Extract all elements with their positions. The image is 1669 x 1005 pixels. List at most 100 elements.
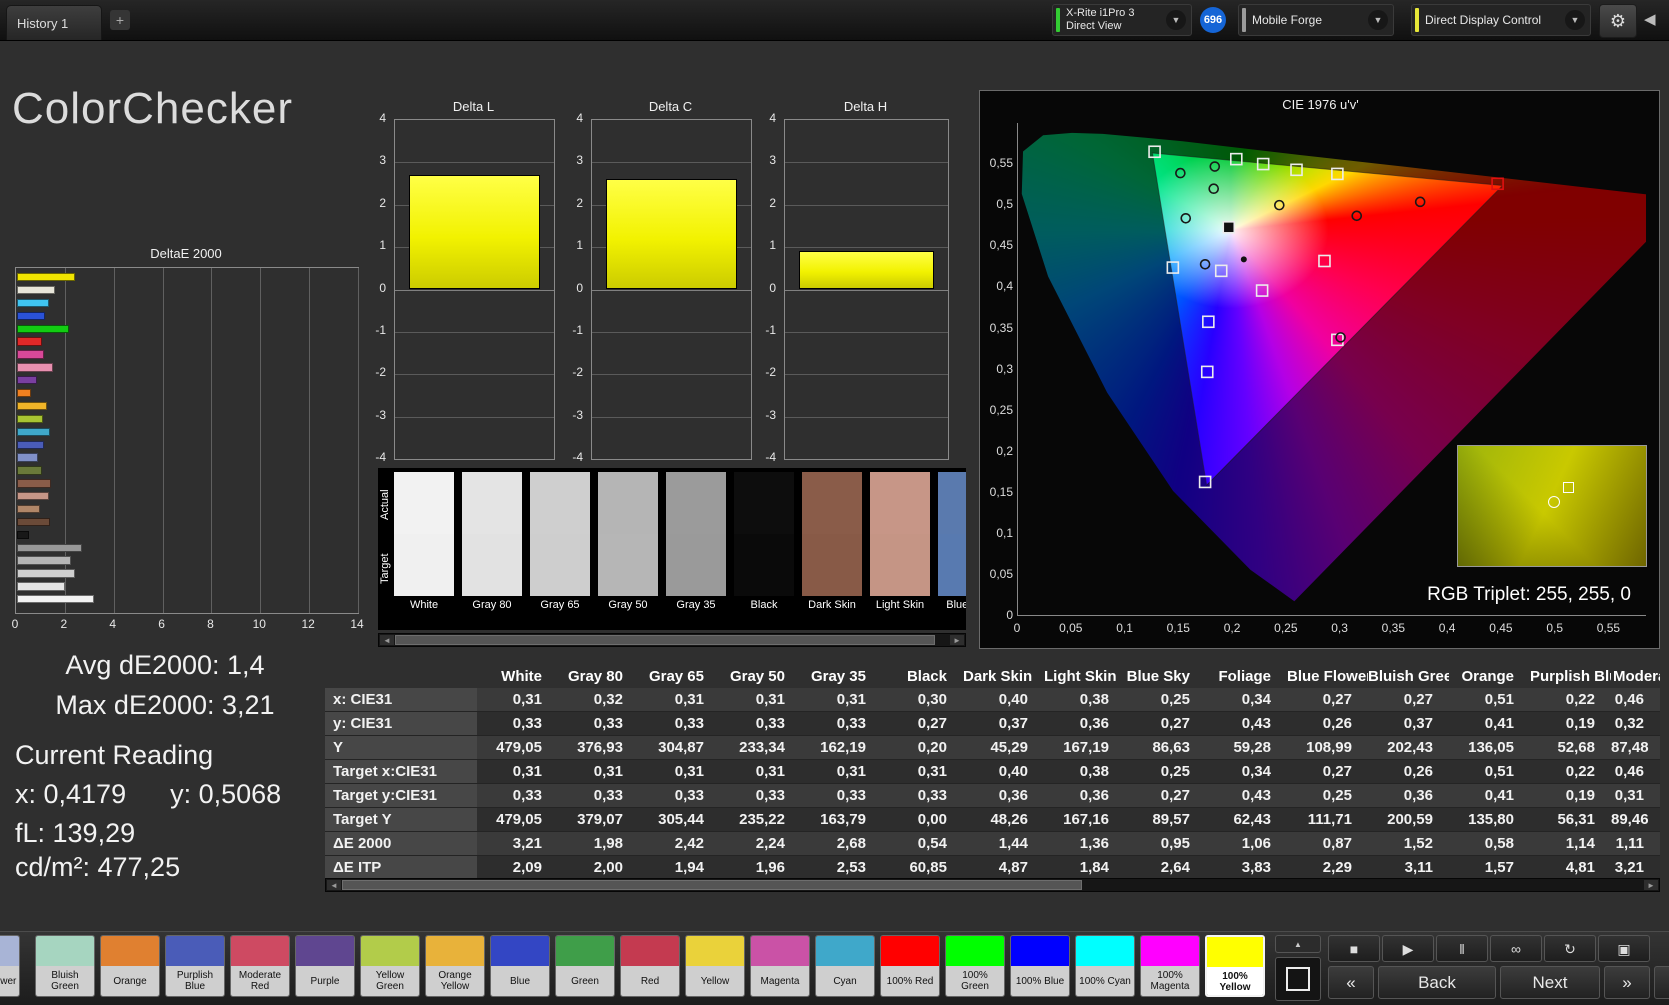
swatch-strip: Actual Target White Gray 80 Gray 65 Gray 50… (378, 468, 966, 630)
swatch-column: Gray 50 (598, 472, 658, 611)
pattern-tile-green[interactable]: Green (555, 935, 615, 997)
gear-icon[interactable]: ⚙ (1599, 4, 1637, 38)
chevron-down-icon[interactable]: ▼ (1368, 10, 1388, 30)
pattern-swatch (491, 936, 549, 966)
table-column-header: Moderate Red (1613, 668, 1660, 685)
table-cell: 0,33 (801, 783, 882, 808)
meter-selector[interactable]: X-Rite i1Pro 3 Direct View ▼ (1052, 4, 1192, 36)
pattern-swatch (621, 936, 679, 966)
pattern-tile-red[interactable]: Red (620, 935, 680, 997)
prev-page-button[interactable]: « (1328, 966, 1374, 999)
table-cell: 200,59 (1368, 807, 1449, 832)
table-cell: 0,31 (558, 759, 639, 784)
pattern-tile-100-cyan[interactable]: 100% Cyan (1075, 935, 1135, 997)
table-cell: 0,46 (1611, 759, 1660, 784)
meter-name: X-Rite i1Pro 3 Direct View (1066, 7, 1135, 32)
pattern-swatch (816, 936, 874, 966)
gridline (358, 268, 359, 613)
axis-tick-label: -1 (765, 322, 776, 337)
scroll-right-icon[interactable]: ► (1644, 880, 1658, 890)
delta-chart-title: Delta L (452, 99, 495, 114)
scroll-left-icon[interactable]: ◄ (380, 635, 394, 645)
add-tab-button[interactable]: + (110, 10, 130, 30)
reading-count-badge[interactable]: 696 (1200, 7, 1226, 33)
pattern-tile-blue[interactable]: Blue (490, 935, 550, 997)
pattern-tile-100-green[interactable]: 100% Green (945, 935, 1005, 997)
pattern-window-icon[interactable]: ▣ (1598, 935, 1650, 962)
de2000-bar (17, 350, 45, 359)
pattern-tile-bluish-green[interactable]: Bluish Green (35, 935, 95, 997)
scrollbar-thumb[interactable] (342, 880, 1082, 890)
axis-tick-label: -1 (375, 322, 386, 337)
axis-tick-label: -2 (765, 365, 776, 380)
axis-tick-label: 12 (301, 617, 315, 631)
pattern-source-selector[interactable]: Mobile Forge ▼ (1238, 4, 1394, 36)
swatch-column: Black (734, 472, 794, 611)
pattern-tile-orange-yellow[interactable]: Orange Yellow (425, 935, 485, 997)
table-cell: 0,33 (477, 711, 558, 736)
collapse-panel-icon[interactable]: ◀ (1644, 10, 1656, 28)
table-cell: 89,57 (1125, 807, 1206, 832)
axis-tick-label: 0,35 (1381, 621, 1406, 635)
table-cell: 0,40 (963, 759, 1044, 784)
axis-tick-label: 0,2 (996, 443, 1013, 458)
pattern-tile-blue-flower[interactable]: Blue Flower (0, 935, 20, 997)
pattern-swatch (426, 936, 484, 966)
table-cell: 0,33 (477, 783, 558, 808)
axis-tick-label: 3 (379, 153, 386, 168)
loop-icon[interactable]: ∞ (1490, 935, 1542, 962)
next-page-button[interactable]: » (1604, 966, 1650, 999)
table-cell: 0,31 (720, 688, 801, 712)
gridline (785, 204, 948, 206)
refresh-icon[interactable]: ↻ (1544, 935, 1596, 962)
de2000-bar (17, 311, 46, 321)
chevron-down-icon[interactable]: ▼ (1565, 10, 1585, 30)
pattern-tile-yellow-green[interactable]: Yellow Green (360, 935, 420, 997)
stop-icon[interactable]: ■ (1328, 935, 1380, 962)
de2000-bar (17, 298, 49, 308)
axis-tick-label: 2 (379, 195, 386, 210)
expand-pattern-bar-icon[interactable]: ▲ (1275, 935, 1321, 953)
tab-history-1[interactable]: History 1 (6, 5, 102, 40)
axis-tick-label: -3 (765, 407, 776, 422)
pattern-tile-magenta[interactable]: Magenta (750, 935, 810, 997)
table-cell: 89,46 (1611, 807, 1660, 832)
table-scrollbar[interactable]: ◄ ► (325, 878, 1660, 892)
table-cell: 0,26 (1368, 759, 1449, 784)
table-cell: 0,31 (801, 759, 882, 784)
de2000-bar (17, 530, 30, 540)
pattern-tile-purple[interactable]: Purple (295, 935, 355, 997)
pattern-tile-purplish-blue[interactable]: Purplish Blue (165, 935, 225, 997)
pattern-window-button[interactable] (1275, 957, 1321, 1001)
table-cell: 48,26 (963, 807, 1044, 832)
axis-tick-label: 0,15 (1166, 621, 1190, 635)
pattern-tile-100-yellow[interactable]: 100% Yellow (1205, 935, 1265, 997)
pattern-tile-orange[interactable]: Orange (100, 935, 160, 997)
pattern-tile-100-magenta[interactable]: 100% Magenta (1140, 935, 1200, 997)
chevron-down-icon[interactable]: ▼ (1166, 10, 1186, 30)
pattern-tile-cyan[interactable]: Cyan (815, 935, 875, 997)
pattern-window-icon (1286, 967, 1310, 991)
pattern-tile-yellow[interactable]: Yellow (685, 935, 745, 997)
pattern-swatch (101, 936, 159, 966)
back-button[interactable]: Back (1378, 966, 1496, 999)
delta-chart-title: Delta C (648, 99, 693, 114)
swatch-strip-scrollbar[interactable]: ◄ ► (378, 633, 966, 647)
pause-icon[interactable]: ‖ (1436, 935, 1488, 962)
next-button[interactable]: Next (1500, 966, 1600, 999)
table-cell: 3,21 (477, 831, 558, 856)
display-control-selector[interactable]: Direct Display Control ▼ (1411, 4, 1591, 36)
scrollbar-thumb[interactable] (395, 635, 935, 645)
table-cell: 1,98 (558, 831, 639, 856)
pattern-tile-100-red[interactable]: 100% Red (880, 935, 940, 997)
delta-bar (799, 251, 934, 290)
swatch-label: Blue Sky (946, 599, 966, 611)
play-icon[interactable]: ▶ (1382, 935, 1434, 962)
pattern-tile-100-blue[interactable]: 100% Blue (1010, 935, 1070, 997)
table-cell: 136,05 (1449, 735, 1530, 760)
scroll-left-icon[interactable]: ◄ (327, 880, 341, 890)
overflow-button[interactable] (1654, 966, 1669, 999)
scroll-right-icon[interactable]: ► (950, 635, 964, 645)
measured-circle-marker (1208, 183, 1220, 195)
pattern-tile-moderate-red[interactable]: Moderate Red (230, 935, 290, 997)
